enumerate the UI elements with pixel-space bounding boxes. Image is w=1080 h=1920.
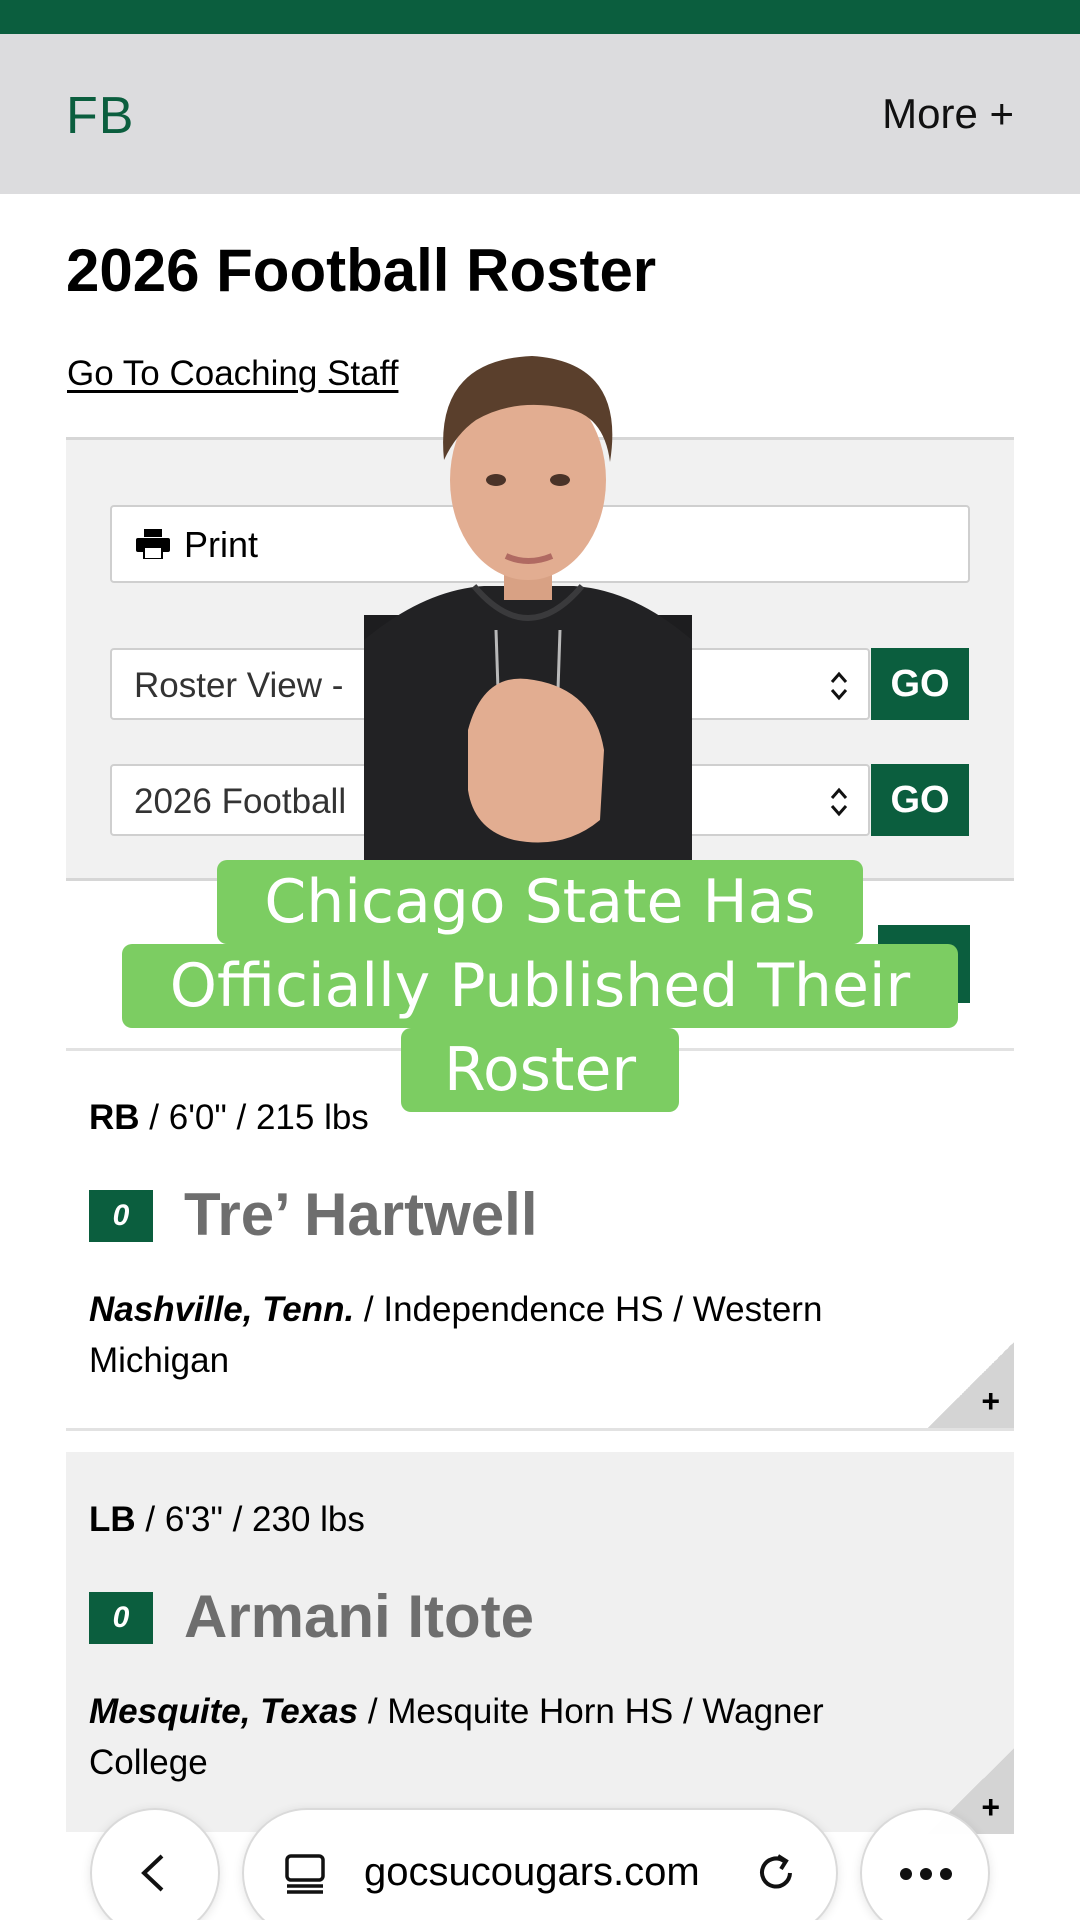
- browser-menu-button[interactable]: [860, 1808, 990, 1920]
- caption-line-3: Roster: [401, 1028, 679, 1112]
- jersey-number: 0: [89, 1592, 153, 1644]
- player-card[interactable]: LB / 6'3" / 230 lbs 0 Armani Itote Mesqu…: [66, 1452, 1014, 1834]
- jersey-number: 0: [89, 1190, 153, 1242]
- player-hometown: Nashville, Tenn. / Independence HS / Wes…: [89, 1290, 823, 1380]
- player-meta: LB / 6'3" / 230 lbs: [89, 1500, 365, 1539]
- expand-toggle[interactable]: +: [928, 1342, 1014, 1428]
- season-value: 2026 Football: [134, 782, 347, 821]
- print-label: Print: [184, 524, 259, 565]
- presenter-video-overlay: [364, 356, 692, 860]
- reload-icon[interactable]: [754, 1850, 800, 1896]
- tabs-icon: [285, 1854, 325, 1894]
- more-menu-button[interactable]: More +: [882, 90, 1014, 138]
- sport-brand-link[interactable]: FB: [66, 86, 134, 146]
- select-chevron-icon: [830, 671, 848, 701]
- plus-icon: +: [981, 1383, 1000, 1419]
- browser-toolbar: gocsucougars.com: [0, 1800, 1080, 1920]
- address-bar[interactable]: gocsucougars.com: [242, 1808, 838, 1920]
- roster-view-value: Roster View -: [134, 666, 344, 705]
- select-chevron-icon: [830, 787, 848, 817]
- season-go-button[interactable]: GO: [871, 764, 969, 836]
- coaching-staff-link[interactable]: Go To Coaching Staff: [67, 354, 398, 394]
- player-hometown: Mesquite, Texas / Mesquite Horn HS / Wag…: [89, 1692, 824, 1782]
- chevron-left-icon: [141, 1854, 164, 1892]
- caption-line-1: Chicago State Has: [217, 860, 863, 944]
- site-nav-bar: FB More +: [0, 34, 1080, 194]
- caption-line-2: Officially Published Their: [122, 944, 958, 1028]
- top-status-strip: [0, 0, 1080, 40]
- roster-view-go-button[interactable]: GO: [871, 648, 969, 720]
- player-name[interactable]: Armani Itote: [184, 1582, 534, 1651]
- more-dots-icon: [900, 1868, 952, 1880]
- printer-icon: [136, 529, 170, 559]
- section-divider: [66, 1428, 1014, 1431]
- player-meta: RB / 6'0" / 215 lbs: [89, 1098, 369, 1137]
- url-text: gocsucougars.com: [364, 1850, 700, 1894]
- back-button[interactable]: [90, 1808, 220, 1920]
- player-name[interactable]: Tre’ Hartwell: [184, 1180, 538, 1249]
- page-title: 2026 Football Roster: [66, 237, 657, 304]
